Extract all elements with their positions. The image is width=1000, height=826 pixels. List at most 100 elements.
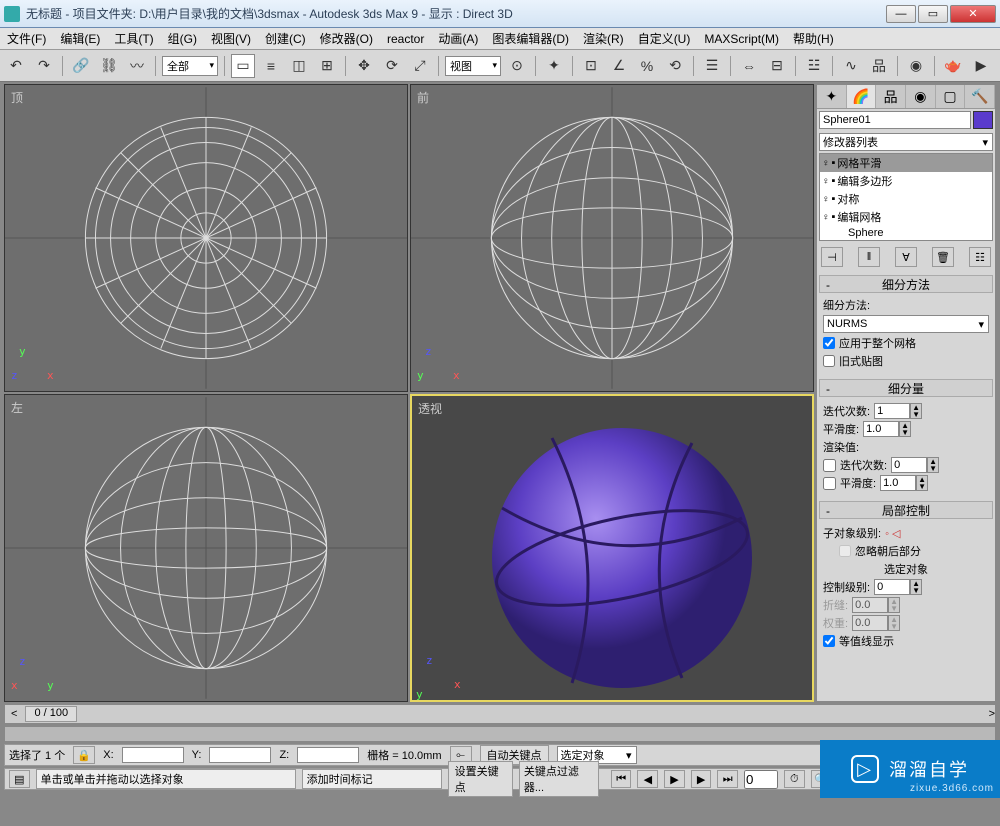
- ref-coord-dropdown[interactable]: 视图: [445, 56, 501, 76]
- select-manipulate-button[interactable]: ✦: [542, 54, 566, 78]
- viewport-left[interactable]: 左 yzx: [4, 394, 408, 702]
- current-frame-field[interactable]: [744, 770, 778, 789]
- rotate-button[interactable]: ⟳: [380, 54, 404, 78]
- menu-help[interactable]: 帮助(H): [786, 30, 841, 47]
- menu-render[interactable]: 渲染(R): [576, 30, 631, 47]
- coord-x-field[interactable]: [122, 747, 184, 763]
- move-button[interactable]: ✥: [352, 54, 376, 78]
- next-frame-button[interactable]: ▶: [691, 770, 712, 788]
- link-button[interactable]: 🔗: [69, 54, 93, 78]
- viewport-top[interactable]: 顶 xyz: [4, 84, 408, 392]
- menu-group[interactable]: 组(G): [161, 30, 204, 47]
- goto-start-button[interactable]: ⏮: [611, 770, 632, 788]
- configure-sets-button[interactable]: ☷: [969, 247, 991, 267]
- subdiv-method-dropdown[interactable]: NURMS: [823, 315, 989, 333]
- script-listener-button[interactable]: ▤: [9, 770, 30, 788]
- set-key-button[interactable]: 设置关键点: [448, 761, 513, 797]
- wireframe-top: [5, 85, 407, 391]
- time-slider-handle[interactable]: 0 / 100: [25, 706, 77, 722]
- select-button[interactable]: ▭: [231, 54, 255, 78]
- pin-stack-button[interactable]: ⊣: [821, 247, 843, 267]
- menu-edit[interactable]: 编辑(E): [53, 30, 107, 47]
- menu-create[interactable]: 创建(C): [258, 30, 313, 47]
- menu-customize[interactable]: 自定义(U): [631, 30, 698, 47]
- named-selection-button[interactable]: ☰: [700, 54, 724, 78]
- schematic-view-button[interactable]: 品: [867, 54, 891, 78]
- select-region-button[interactable]: ◫: [287, 54, 311, 78]
- time-slider[interactable]: < 0 / 100 >: [4, 704, 996, 724]
- menu-view[interactable]: 视图(V): [204, 30, 258, 47]
- create-tab[interactable]: ✦: [817, 85, 847, 108]
- object-color-swatch[interactable]: [973, 111, 993, 129]
- quick-render-button[interactable]: ▶: [969, 54, 993, 78]
- time-config-button[interactable]: ⏱: [784, 770, 805, 788]
- prev-frame-button[interactable]: ◀: [637, 770, 658, 788]
- unlink-button[interactable]: ⛓: [97, 54, 121, 78]
- display-tab[interactable]: ▢: [936, 85, 966, 108]
- viewport-perspective[interactable]: 透视 xzy: [410, 394, 814, 702]
- show-result-button[interactable]: ‖: [858, 247, 880, 267]
- render-iter-checkbox[interactable]: [823, 459, 836, 472]
- mirror-button[interactable]: ⇔: [737, 54, 761, 78]
- isoline-display-checkbox[interactable]: [823, 635, 835, 647]
- make-unique-button[interactable]: ∀: [895, 247, 917, 267]
- rollout-local-control[interactable]: -局部控制: [819, 501, 993, 519]
- modifier-list-dropdown[interactable]: 修改器列表: [819, 133, 993, 151]
- key-filters-button[interactable]: 关键点过滤器...: [519, 761, 599, 797]
- rollout-subdiv-method[interactable]: -细分方法: [819, 275, 993, 293]
- control-level-spinner[interactable]: [874, 579, 910, 595]
- coord-z-field[interactable]: [297, 747, 359, 763]
- menu-tools[interactable]: 工具(T): [107, 30, 160, 47]
- menu-grapheditors[interactable]: 图表编辑器(D): [485, 30, 576, 47]
- hierarchy-tab[interactable]: 品: [876, 85, 906, 108]
- scale-button[interactable]: ⤢: [408, 54, 432, 78]
- apply-whole-mesh-checkbox[interactable]: 应用于整个网格: [823, 335, 989, 351]
- remove-mod-button[interactable]: 🗑: [932, 247, 954, 267]
- menu-bar: 文件(F) 编辑(E) 工具(T) 组(G) 视图(V) 创建(C) 修改器(O…: [0, 28, 1000, 50]
- close-button[interactable]: ✕: [950, 5, 996, 23]
- snap-toggle-button[interactable]: ⊡: [579, 54, 603, 78]
- viewport-area: 顶 xyz 前 xzy 左: [4, 84, 814, 702]
- undo-button[interactable]: ↶: [4, 54, 28, 78]
- angle-snap-button[interactable]: ∠: [607, 54, 631, 78]
- time-tag-area[interactable]: 添加时间标记: [302, 769, 442, 789]
- old-style-map-checkbox[interactable]: 旧式贴图: [823, 353, 989, 369]
- minimize-button[interactable]: ―: [886, 5, 916, 23]
- render-smooth-checkbox[interactable]: [823, 477, 836, 490]
- motion-tab[interactable]: ◉: [906, 85, 936, 108]
- render-smooth-spinner[interactable]: [880, 475, 916, 491]
- render-scene-button[interactable]: 🫖: [941, 54, 965, 78]
- menu-maxscript[interactable]: MAXScript(M): [697, 32, 786, 46]
- menu-modifiers[interactable]: 修改器(O): [313, 30, 380, 47]
- object-name-field[interactable]: [819, 111, 971, 129]
- maximize-button[interactable]: ▭: [918, 5, 948, 23]
- menu-reactor[interactable]: reactor: [380, 32, 431, 46]
- bind-to-spacewarp-button[interactable]: 〰: [125, 54, 149, 78]
- menu-file[interactable]: 文件(F): [0, 30, 53, 47]
- pivot-button[interactable]: ⊙: [505, 54, 529, 78]
- smoothness-spinner[interactable]: [863, 421, 899, 437]
- material-editor-button[interactable]: ◉: [904, 54, 928, 78]
- coord-y-field[interactable]: [209, 747, 271, 763]
- window-crossing-button[interactable]: ⊞: [315, 54, 339, 78]
- spinner-snap-button[interactable]: ⟲: [663, 54, 687, 78]
- lock-selection-button[interactable]: 🔒: [73, 746, 95, 764]
- menu-animation[interactable]: 动画(A): [431, 30, 485, 47]
- prompt-area: 单击或单击并拖动以选择对象: [36, 769, 296, 789]
- layers-button[interactable]: ☳: [802, 54, 826, 78]
- play-button[interactable]: ▶: [664, 770, 685, 788]
- goto-end-button[interactable]: ⏭: [717, 770, 738, 788]
- modifier-stack[interactable]: ♀▪网格平滑 ♀▪编辑多边形 ♀▪对称 ♀▪编辑网格 Sphere: [819, 153, 993, 241]
- modify-tab[interactable]: 🌈: [847, 85, 877, 108]
- rollout-subdiv-amount[interactable]: -细分量: [819, 379, 993, 397]
- viewport-front[interactable]: 前 xzy: [410, 84, 814, 392]
- render-iter-spinner[interactable]: [891, 457, 927, 473]
- curve-editor-button[interactable]: ∿: [839, 54, 863, 78]
- iterations-spinner[interactable]: [874, 403, 910, 419]
- select-by-name-button[interactable]: ≡: [259, 54, 283, 78]
- align-button[interactable]: ⊟: [765, 54, 789, 78]
- redo-button[interactable]: ↷: [32, 54, 56, 78]
- selection-filter-dropdown[interactable]: 全部: [162, 56, 218, 76]
- utilities-tab[interactable]: 🔨: [965, 85, 995, 108]
- percent-snap-button[interactable]: %: [635, 54, 659, 78]
